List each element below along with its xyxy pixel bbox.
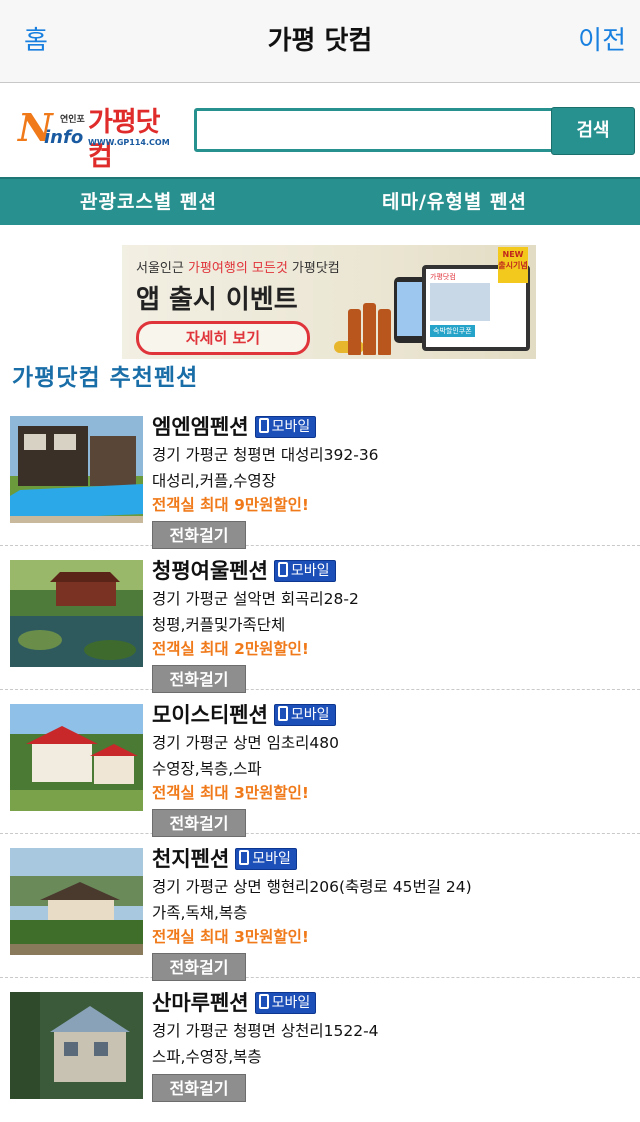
- call-button[interactable]: 전화걸기: [152, 953, 246, 981]
- banner-tagline: 서울인근 가평여행의 모든것 가평닷컴: [136, 261, 340, 276]
- pension-address: 경기 가평군 설악면 회곡리28-2: [152, 590, 359, 608]
- new-launch-badge: NEW 출시기념: [498, 247, 528, 283]
- list-item[interactable]: 모이스티펜션 모바일 경기 가평군 상면 임초리480 수영장,복층,스파 전객실…: [0, 690, 640, 837]
- mobile-phone-icon: [258, 418, 269, 433]
- mobile-phone-icon: [258, 994, 269, 1009]
- pension-photo[interactable]: [10, 416, 143, 523]
- call-button[interactable]: 전화걸기: [152, 809, 246, 837]
- mobile-badge: 모바일: [273, 704, 336, 726]
- pension-address: 경기 가평군 청평면 상천리1522-4: [152, 1022, 379, 1040]
- pension-address: 경기 가평군 청평면 대성리392-36: [152, 446, 379, 464]
- list-item[interactable]: 청평여울펜션 모바일 경기 가평군 설악면 회곡리28-2 청평,커플및가족단체 …: [0, 546, 640, 693]
- pension-name[interactable]: 엠엔엠펜션 모바일: [152, 412, 317, 442]
- page-title: 가평 닷컴: [267, 26, 373, 56]
- mobile-phone-icon: [277, 562, 288, 577]
- category-tab-bar: 관광코스별 펜션 테마/유형별 펜션: [0, 177, 640, 225]
- app-launch-banner[interactable]: 서울인근 가평여행의 모든것 가평닷컴 앱 출시 이벤트 자세히 보기 가평닷컴…: [122, 245, 536, 359]
- pension-name[interactable]: 천지펜션 모바일: [152, 844, 297, 874]
- mobile-badge: 모바일: [254, 992, 317, 1014]
- pension-name[interactable]: 산마루펜션 모바일: [152, 988, 317, 1018]
- pension-photo[interactable]: [10, 848, 143, 955]
- mobile-badge: 모바일: [235, 848, 297, 870]
- mobile-badge: 모바일: [254, 416, 317, 438]
- pension-tags: 스파,수영장,복층: [152, 1048, 262, 1066]
- tab-tour-course-pension[interactable]: 관광코스별 펜션: [80, 179, 217, 225]
- mobile-phone-icon: [277, 706, 288, 721]
- top-navbar: 홈 가평 닷컴 이전: [0, 0, 640, 83]
- pension-tags: 가족,독채,복층: [152, 904, 248, 922]
- pension-promo: 전객실 최대 9만원할인!: [152, 496, 309, 514]
- pension-tags: 청평,커플및가족단체: [152, 616, 286, 634]
- pension-promo: 전객실 최대 3만원할인!: [152, 784, 309, 802]
- search-button[interactable]: 검색: [551, 107, 635, 155]
- mobile-badge: 모바일: [273, 560, 336, 582]
- logo-info-text: info: [44, 127, 84, 148]
- list-item[interactable]: 엠엔엠펜션 모바일 경기 가평군 청평면 대성리392-36 대성리,커플,수영장…: [0, 402, 640, 549]
- mobile-phone-icon: [239, 850, 250, 865]
- pension-tags: 수영장,복층,스파: [152, 760, 262, 778]
- logo-url-text: WWW.GP114.COM: [88, 138, 170, 147]
- list-item[interactable]: 산마루펜션 모바일 경기 가평군 청평면 상천리1522-4 스파,수영장,복층 …: [0, 978, 640, 1122]
- pension-name[interactable]: 모이스티펜션 모바일: [152, 700, 336, 730]
- pension-address: 경기 가평군 상면 행현리206(축령로 45번길 24): [152, 878, 472, 896]
- pension-promo: 전객실 최대 3만원할인!: [152, 928, 309, 946]
- logo-small-text: 연인포: [60, 115, 85, 125]
- pension-tags: 대성리,커플,수영장: [152, 472, 276, 490]
- banner-details-button[interactable]: 자세히 보기: [136, 321, 310, 355]
- call-button[interactable]: 전화걸기: [152, 665, 246, 693]
- drink-bottles-icon: [348, 295, 392, 355]
- call-button[interactable]: 전화걸기: [152, 1074, 246, 1102]
- pension-address: 경기 가평군 상면 임초리480: [152, 734, 339, 752]
- banner-headline: 앱 출시 이벤트: [136, 285, 298, 315]
- site-logo[interactable]: N 연인포 info 가평닷컴 WWW.GP114.COM: [18, 104, 180, 172]
- pension-photo[interactable]: [10, 704, 143, 811]
- tab-theme-type-pension[interactable]: 테마/유형별 펜션: [382, 179, 527, 225]
- search-input[interactable]: [194, 108, 556, 152]
- call-button[interactable]: 전화걸기: [152, 521, 246, 549]
- pension-name[interactable]: 청평여울펜션 모바일: [152, 556, 336, 586]
- pension-promo: 전객실 최대 2만원할인!: [152, 640, 309, 658]
- pension-photo[interactable]: [10, 560, 143, 667]
- list-item[interactable]: 천지펜션 모바일 경기 가평군 상면 행현리206(축령로 45번길 24) 가족…: [0, 834, 640, 981]
- back-link[interactable]: 이전: [578, 24, 626, 58]
- pension-photo[interactable]: [10, 992, 143, 1099]
- section-title: 가평닷컴 추천펜션: [12, 365, 199, 391]
